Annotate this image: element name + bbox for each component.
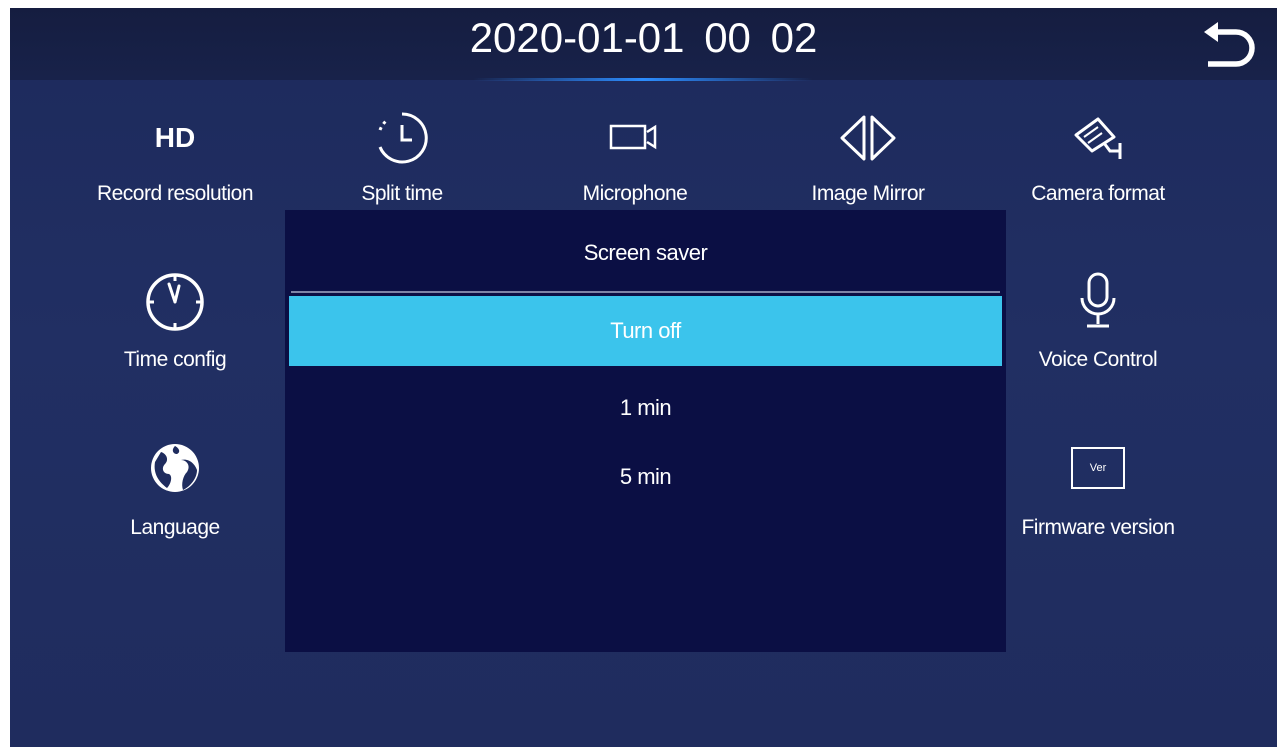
menu-firmware-version[interactable]: Ver Firmware version [983, 436, 1213, 546]
top-bar-glow [473, 78, 813, 81]
menu-voice-control-label: Voice Control [1038, 348, 1158, 371]
hd-icon: HD [60, 108, 290, 168]
option-turn-off[interactable]: Turn off [289, 296, 1002, 366]
menu-microphone-label: Microphone [582, 182, 688, 205]
version-icon: Ver [983, 438, 1213, 498]
menu-firmware-version-label: Firmware version [1021, 516, 1175, 539]
menu-time-config-label: Time config [123, 348, 227, 371]
datetime-display: 2020-01-01 00 02 [469, 14, 818, 61]
menu-camera-format[interactable]: Camera format [983, 106, 1213, 216]
menu-image-mirror-label: Image Mirror [811, 182, 925, 205]
dialog-divider [291, 291, 1000, 293]
settings-screen: 2020-01-01 00 02 HD Record resolution Sp… [10, 8, 1277, 747]
version-icon-text: Ver [1071, 447, 1125, 489]
timer-icon [287, 108, 517, 168]
menu-language[interactable]: Language [60, 436, 290, 546]
mirror-arrows-icon [753, 108, 983, 168]
dialog-title: Screen saver [583, 240, 708, 265]
clock-icon [60, 272, 290, 332]
menu-microphone[interactable]: Microphone [520, 106, 750, 216]
microphone-icon [983, 272, 1213, 332]
back-arrow-icon [1204, 22, 1255, 67]
hd-icon-text: HD [154, 122, 196, 153]
globe-icon [60, 438, 290, 498]
video-camera-icon [520, 108, 750, 168]
screen-saver-dialog: Screen saver Turn off 1 min 5 min [285, 210, 1006, 652]
back-button[interactable] [1198, 20, 1258, 76]
option-5-min[interactable]: 5 min [289, 442, 1002, 512]
top-bar: 2020-01-01 00 02 [10, 8, 1277, 80]
menu-record-resolution-label: Record resolution [96, 182, 254, 205]
security-camera-icon [983, 108, 1213, 168]
menu-time-config[interactable]: Time config [60, 270, 290, 380]
menu-image-mirror[interactable]: Image Mirror [753, 106, 983, 216]
menu-language-label: Language [130, 516, 220, 539]
menu-camera-format-label: Camera format [1031, 182, 1165, 205]
option-1-min[interactable]: 1 min [289, 373, 1002, 443]
menu-split-time[interactable]: Split time [287, 106, 517, 216]
menu-voice-control[interactable]: Voice Control [983, 270, 1213, 380]
menu-record-resolution[interactable]: HD Record resolution [60, 106, 290, 216]
menu-split-time-label: Split time [361, 182, 443, 205]
